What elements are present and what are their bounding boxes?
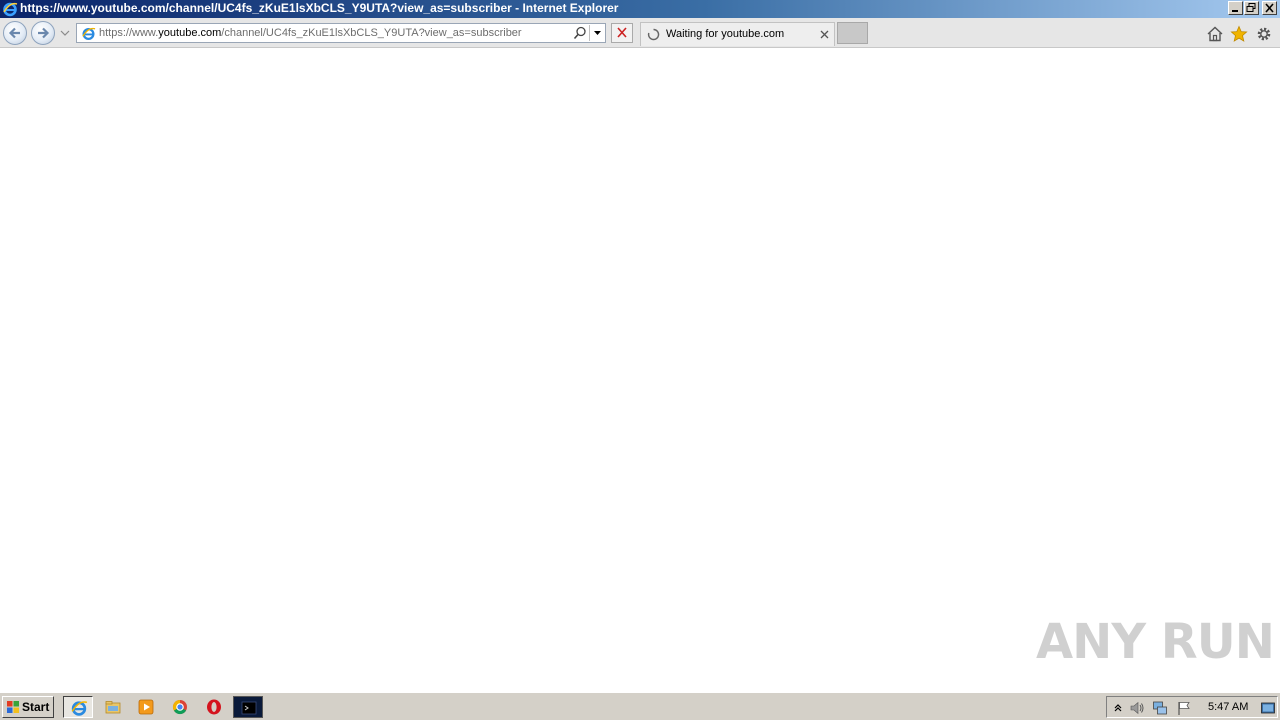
volume-icon[interactable] <box>1129 700 1145 716</box>
start-button[interactable]: Start <box>2 696 54 718</box>
navigation-bar: https://www.youtube.com/channel/UC4fs_zK… <box>0 18 1280 48</box>
internet-explorer-icon <box>3 2 18 17</box>
url-prefix: https://www. <box>99 27 159 39</box>
taskbar-opera[interactable] <box>199 696 229 718</box>
favorites-star-icon[interactable] <box>1230 25 1248 43</box>
forward-button[interactable] <box>31 21 55 45</box>
restore-button[interactable] <box>1244 1 1259 15</box>
page-content[interactable] <box>0 48 1280 692</box>
gear-icon[interactable] <box>1255 25 1273 43</box>
start-label: Start <box>22 700 50 714</box>
back-button[interactable] <box>3 21 27 45</box>
stop-button[interactable] <box>611 23 633 43</box>
search-icon[interactable] <box>573 26 587 40</box>
clock[interactable]: 5:47 AM <box>1208 701 1248 713</box>
restore-icon <box>1246 3 1256 12</box>
taskbar: Start 5:47 AM <box>0 692 1280 720</box>
taskbar-file-explorer[interactable] <box>98 696 128 718</box>
watermark-text: ANY RUN <box>1036 614 1275 670</box>
windows-flag-icon <box>7 701 19 713</box>
url-path: /channel/UC4fs_zKuE1lsXbCLS_Y9UTA?view_a… <box>221 27 522 39</box>
taskbar-terminal[interactable] <box>233 696 263 718</box>
close-icon <box>1265 3 1274 13</box>
terminal-icon <box>241 701 257 715</box>
taskbar-media-player[interactable] <box>131 696 161 718</box>
url-host: youtube.com <box>158 27 222 39</box>
stop-x-icon <box>617 27 627 38</box>
new-tab-button[interactable] <box>837 22 868 44</box>
browser-tab-active[interactable]: Waiting for youtube.com <box>640 22 835 46</box>
show-hidden-icons-chevron-icon[interactable] <box>1110 700 1126 716</box>
media-player-icon <box>138 699 154 715</box>
taskbar-chrome[interactable] <box>165 696 195 718</box>
forward-arrow-icon <box>38 27 50 39</box>
loading-spinner-icon <box>647 28 660 41</box>
show-desktop-icon[interactable] <box>1260 700 1276 716</box>
close-window-button[interactable] <box>1262 1 1277 15</box>
minimize-button[interactable] <box>1228 1 1243 15</box>
home-icon[interactable] <box>1206 25 1224 43</box>
minimize-icon <box>1232 10 1238 12</box>
internet-explorer-icon <box>71 701 88 716</box>
address-url[interactable]: https://www.youtube.com/channel/UC4fs_zK… <box>99 27 522 39</box>
page-favicon-icon <box>82 27 96 40</box>
back-arrow-icon <box>8 27 20 39</box>
window-titlebar[interactable]: https://www.youtube.com/channel/UC4fs_zK… <box>0 0 1280 18</box>
action-center-flag-icon[interactable] <box>1176 700 1192 716</box>
window-title: https://www.youtube.com/channel/UC4fs_zK… <box>20 1 619 15</box>
address-bar[interactable]: https://www.youtube.com/channel/UC4fs_zK… <box>76 23 606 43</box>
taskbar-internet-explorer[interactable] <box>63 696 93 718</box>
address-dropdown-button[interactable] <box>589 25 605 41</box>
system-tray: 5:47 AM <box>1106 696 1278 718</box>
opera-icon <box>207 699 221 715</box>
tab-label: Waiting for youtube.com <box>666 28 785 40</box>
tab-close-icon[interactable] <box>819 29 830 40</box>
chrome-icon <box>172 699 187 715</box>
anyrun-watermark: ANY RUN <box>1036 608 1275 672</box>
folder-icon <box>105 701 121 714</box>
chevron-down-icon <box>594 31 601 35</box>
network-icon[interactable] <box>1152 700 1168 716</box>
history-dropdown-icon[interactable] <box>59 27 71 39</box>
